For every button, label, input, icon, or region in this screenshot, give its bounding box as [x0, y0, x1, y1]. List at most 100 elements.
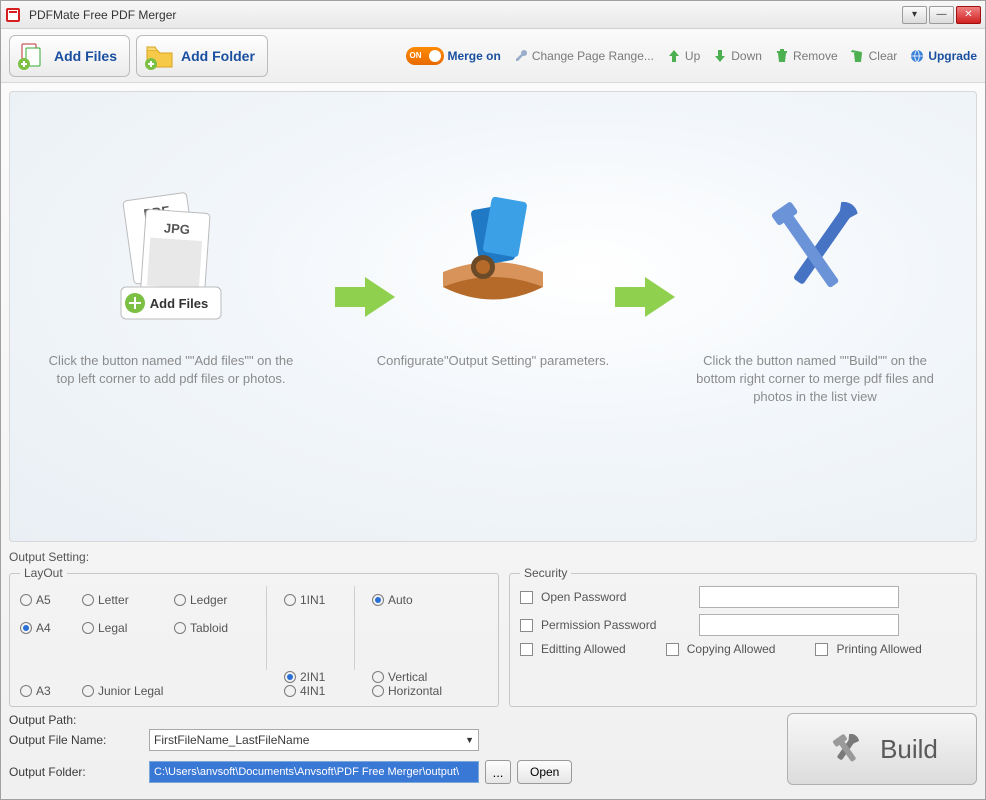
permission-password-label: Permission Password	[541, 618, 691, 632]
radio-dot-icon	[174, 594, 186, 606]
svg-text:JPG: JPG	[163, 220, 190, 237]
output-path-section: Output Path: Output File Name: FirstFile…	[9, 713, 977, 791]
stage2-illustration	[363, 172, 623, 342]
orient-radio-horizontal[interactable]: Horizontal	[372, 684, 462, 698]
open-folder-button[interactable]: Open	[517, 760, 572, 784]
trash-icon	[774, 48, 790, 64]
merge-toggle[interactable]: ON Merge on	[406, 47, 500, 65]
down-button[interactable]: Down	[712, 48, 762, 64]
radio-label: Vertical	[388, 670, 427, 684]
stage3-text: Click the button named ""Build"" on the …	[685, 352, 945, 407]
merge-on-label: Merge on	[447, 49, 500, 63]
minimize-button[interactable]: —	[929, 6, 954, 24]
stage2-text: Configurate"Output Setting" parameters.	[363, 352, 623, 370]
radio-label: 2IN1	[300, 670, 325, 684]
output-path-header: Output Path:	[9, 713, 777, 727]
radio-dot-icon	[372, 594, 384, 606]
nin-radio-2in1[interactable]: 2IN1	[284, 670, 354, 684]
close-button[interactable]: ✕	[956, 6, 981, 24]
dropdown-button[interactable]: ▾	[902, 6, 927, 24]
globe-icon	[909, 48, 925, 64]
printing-allowed-label: Printing Allowed	[836, 642, 921, 656]
open-password-checkbox[interactable]	[520, 591, 533, 604]
add-files-icon	[16, 40, 48, 72]
toolbar-actions: ON Merge on Change Page Range... Up Down…	[406, 47, 977, 65]
layout-legend: LayOut	[20, 566, 67, 580]
workflow-canvas: PDF JPG Add Files Click the button named…	[9, 91, 977, 542]
output-folder-input[interactable]: C:\Users\anvsoft\Documents\Anvsoft\PDF F…	[149, 761, 479, 783]
nin-radio-1in1[interactable]: 1IN1	[284, 593, 354, 607]
radio-dot-icon	[372, 671, 384, 683]
titlebar: PDFMate Free PDF Merger ▾ — ✕	[1, 1, 985, 29]
upgrade-button[interactable]: Upgrade	[909, 48, 977, 64]
orient-radio-vertical[interactable]: Vertical	[372, 670, 462, 684]
layout-radio-ledger[interactable]: Ledger	[174, 593, 266, 607]
stage1-illustration: PDF JPG Add Files	[41, 172, 301, 342]
layout-radio-letter[interactable]: Letter	[82, 593, 174, 607]
output-file-name-combo[interactable]: FirstFileName_LastFileName ▼	[149, 729, 479, 751]
open-password-label: Open Password	[541, 590, 691, 604]
browse-folder-button[interactable]: ...	[485, 760, 511, 784]
printing-allowed-checkbox[interactable]	[815, 643, 828, 656]
radio-label: Legal	[98, 621, 127, 635]
radio-dot-icon	[174, 622, 186, 634]
radio-label: Tabloid	[190, 621, 228, 635]
orient-radio-auto[interactable]: Auto	[372, 593, 462, 607]
radio-label: Junior Legal	[98, 684, 163, 698]
layout-radio-tabloid[interactable]: Tabloid	[174, 621, 266, 635]
layout-radio-a3[interactable]: A3	[20, 684, 82, 698]
add-files-label: Add Files	[54, 48, 117, 64]
radio-label: A5	[36, 593, 51, 607]
stage3-illustration	[685, 172, 945, 342]
radio-label: Auto	[388, 593, 413, 607]
radio-label: 1IN1	[300, 593, 325, 607]
remove-button[interactable]: Remove	[774, 48, 838, 64]
clear-button[interactable]: Clear	[850, 48, 898, 64]
add-files-button[interactable]: Add Files	[9, 35, 130, 77]
radio-dot-icon	[82, 685, 94, 697]
stage-add-files: PDF JPG Add Files Click the button named…	[41, 172, 301, 388]
up-label: Up	[685, 49, 700, 63]
svg-text:Add Files: Add Files	[150, 296, 209, 311]
radio-dot-icon	[82, 594, 94, 606]
radio-dot-icon	[20, 622, 32, 634]
arrow-icon	[330, 272, 400, 322]
radio-label: Horizontal	[388, 684, 442, 698]
radio-dot-icon	[20, 594, 32, 606]
tools-icon	[826, 729, 866, 769]
app-icon	[5, 6, 23, 24]
build-label: Build	[880, 734, 938, 765]
open-password-input[interactable]	[699, 586, 899, 608]
radio-dot-icon	[284, 671, 296, 683]
radio-dot-icon	[284, 685, 296, 697]
layout-radio-legal[interactable]: Legal	[82, 621, 174, 635]
output-file-name-label: Output File Name:	[9, 733, 149, 747]
build-button[interactable]: Build	[787, 713, 977, 785]
editing-allowed-checkbox[interactable]	[520, 643, 533, 656]
radio-dot-icon	[82, 622, 94, 634]
upgrade-label: Upgrade	[928, 49, 977, 63]
up-button[interactable]: Up	[666, 48, 700, 64]
add-folder-button[interactable]: Add Folder	[136, 35, 268, 77]
permission-password-input[interactable]	[699, 614, 899, 636]
stage1-text: Click the button named ""Add files"" on …	[41, 352, 301, 388]
remove-label: Remove	[793, 49, 838, 63]
radio-dot-icon	[20, 685, 32, 697]
layout-radio-junior-legal[interactable]: Junior Legal	[82, 684, 174, 698]
security-legend: Security	[520, 566, 571, 580]
radio-label: A3	[36, 684, 51, 698]
permission-password-checkbox[interactable]	[520, 619, 533, 632]
change-page-range-button[interactable]: Change Page Range...	[513, 48, 654, 64]
stage-configure: Configurate"Output Setting" parameters.	[363, 172, 623, 370]
radio-dot-icon	[284, 594, 296, 606]
copying-allowed-label: Copying Allowed	[687, 642, 776, 656]
change-range-label: Change Page Range...	[532, 49, 654, 63]
layout-radio-a5[interactable]: A5	[20, 593, 82, 607]
radio-label: 4IN1	[300, 684, 325, 698]
nin-radio-4in1[interactable]: 4IN1	[284, 684, 354, 698]
clear-label: Clear	[869, 49, 898, 63]
chevron-down-icon: ▼	[465, 735, 474, 745]
output-folder-value: C:\Users\anvsoft\Documents\Anvsoft\PDF F…	[154, 766, 459, 778]
copying-allowed-checkbox[interactable]	[666, 643, 679, 656]
layout-radio-a4[interactable]: A4	[20, 621, 82, 635]
